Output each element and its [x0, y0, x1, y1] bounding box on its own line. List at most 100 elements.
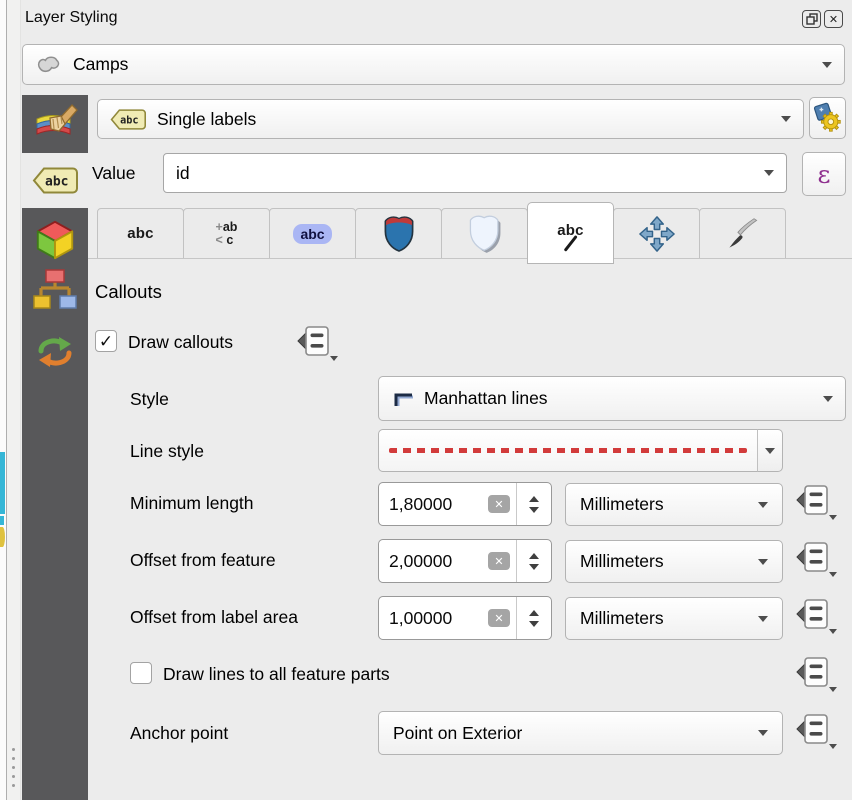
chevron-down-icon — [822, 62, 832, 68]
tab-placement[interactable] — [613, 208, 700, 259]
minimum-length-unit-combo[interactable]: Millimeters — [565, 483, 783, 526]
sidebar-item-labels[interactable]: abc — [22, 153, 88, 208]
offset-from-feature-override-button[interactable] — [793, 541, 839, 584]
callout-style-value: Manhattan lines — [424, 388, 548, 409]
chevron-down-icon — [781, 116, 791, 122]
draw-callouts-override-button[interactable] — [294, 325, 340, 368]
draw-lines-all-parts-checkbox[interactable] — [130, 662, 152, 684]
sidebar-lower-block — [22, 208, 88, 800]
offset-from-label-area-spinbox[interactable]: 1,00000 ✕ — [378, 596, 552, 640]
spin-down-icon — [529, 507, 539, 513]
labeling-method-value: Single labels — [157, 109, 256, 130]
offset-from-feature-spinbox[interactable]: 2,00000 ✕ — [378, 539, 552, 583]
formatting-tab-icon: +ab < c — [216, 221, 238, 247]
offset-from-label-area-override-button[interactable] — [793, 598, 839, 641]
unit-value: Millimeters — [580, 494, 664, 515]
layer-styling-panel: Layer Styling ✕ Camps abc Si — [0, 0, 852, 800]
expression-epsilon-icon: ε — [818, 160, 831, 189]
panel-left-strip[interactable] — [7, 0, 21, 800]
float-button[interactable] — [802, 10, 821, 28]
callout-style-combo[interactable]: Manhattan lines — [378, 376, 846, 421]
chevron-down-icon — [764, 170, 774, 176]
text-tab-icon: abc — [127, 225, 153, 242]
sidebar-item-history[interactable] — [33, 332, 77, 377]
grip-dot — [12, 766, 15, 769]
anchor-point-override-button[interactable] — [793, 713, 839, 756]
line-style-label: Line style — [130, 441, 204, 462]
spinner-buttons[interactable] — [516, 597, 551, 639]
draw-lines-all-parts-label: Draw lines to all feature parts — [163, 664, 390, 685]
offset-from-label-area-unit-combo[interactable]: Millimeters — [565, 597, 783, 640]
spinner-buttons[interactable] — [516, 540, 551, 582]
mask-tab-icon — [382, 214, 416, 254]
clear-icon: ✕ — [494, 555, 503, 568]
close-button[interactable]: ✕ — [824, 10, 843, 28]
layer-selector-combo[interactable]: Camps — [22, 44, 845, 85]
spin-up-icon — [529, 496, 539, 502]
history-arrows-icon — [33, 332, 77, 372]
red-dashed-line-swatch — [389, 448, 747, 453]
draw-lines-all-parts-override-button[interactable] — [793, 656, 839, 699]
checkmark-icon: ✓ — [99, 333, 113, 350]
tab-formatting[interactable]: +ab < c — [183, 208, 270, 259]
anchor-point-value: Point on Exterior — [393, 723, 522, 744]
spin-up-icon — [529, 553, 539, 559]
map-feature-cyan — [0, 516, 4, 525]
auto-placement-gear-icon — [812, 102, 844, 134]
offset-from-feature-unit-combo[interactable]: Millimeters — [565, 540, 783, 583]
offset-from-feature-value: 2,00000 — [389, 551, 452, 572]
clear-icon: ✕ — [494, 498, 503, 511]
minimum-length-spinbox[interactable]: 1,80000 ✕ — [378, 482, 552, 526]
labeling-method-combo[interactable]: abc Single labels — [97, 99, 804, 139]
chevron-down-icon — [758, 616, 768, 622]
placement-tab-icon — [639, 216, 675, 252]
value-field-combo[interactable]: id — [163, 153, 787, 193]
line-style-preview-button[interactable] — [378, 429, 758, 472]
clear-value-button[interactable]: ✕ — [488, 552, 510, 570]
svg-text:abc: abc — [45, 175, 68, 190]
clear-value-button[interactable]: ✕ — [488, 609, 510, 627]
tab-callouts[interactable]: abc — [527, 202, 614, 264]
rendering-tab-icon — [726, 217, 760, 251]
data-defined-override-icon — [793, 713, 839, 751]
spin-down-icon — [529, 564, 539, 570]
tab-text[interactable]: abc — [97, 208, 184, 259]
tab-rendering[interactable] — [699, 208, 786, 259]
automated-placement-settings-button[interactable] — [809, 97, 846, 139]
buffer-tab-icon: abc — [293, 224, 331, 244]
value-label: Value — [92, 163, 135, 184]
sidebar-item-3d-view[interactable] — [33, 218, 77, 267]
minimum-length-override-button[interactable] — [793, 484, 839, 527]
style-label: Style — [130, 389, 169, 410]
spinner-buttons[interactable] — [516, 483, 551, 525]
offset-from-feature-label: Offset from feature — [130, 550, 276, 571]
unit-value: Millimeters — [580, 608, 664, 629]
clear-value-button[interactable]: ✕ — [488, 495, 510, 513]
tab-buffer[interactable]: abc — [269, 208, 356, 259]
clear-icon: ✕ — [494, 612, 503, 625]
labels-abc-tag-icon: abc — [32, 166, 78, 195]
tab-background[interactable] — [441, 208, 528, 259]
manhattan-lines-icon — [391, 389, 415, 409]
offset-from-label-area-value: 1,00000 — [389, 608, 452, 629]
expression-builder-button[interactable]: ε — [802, 152, 846, 196]
spin-up-icon — [529, 610, 539, 616]
anchor-point-label: Anchor point — [130, 723, 228, 744]
panel-title: Layer Styling — [25, 9, 118, 27]
sidebar-item-symbology[interactable] — [22, 95, 88, 153]
sidebar-item-diagrams[interactable] — [32, 268, 78, 317]
value-field-text: id — [176, 163, 190, 184]
chevron-down-icon — [765, 448, 775, 454]
chevron-down-icon — [823, 396, 833, 402]
polygon-layer-icon — [35, 54, 62, 75]
data-defined-override-icon — [793, 484, 839, 522]
draw-callouts-checkbox[interactable]: ✓ — [95, 330, 117, 352]
anchor-point-combo[interactable]: Point on Exterior — [378, 711, 783, 755]
map-feature-cyan — [0, 452, 5, 514]
spin-down-icon — [529, 621, 539, 627]
float-icon — [806, 13, 818, 25]
tab-mask[interactable] — [355, 208, 442, 259]
line-style-dropdown-button[interactable] — [757, 429, 783, 472]
diagrams-icon — [32, 268, 78, 312]
labels-abc-icon: abc — [110, 108, 146, 131]
